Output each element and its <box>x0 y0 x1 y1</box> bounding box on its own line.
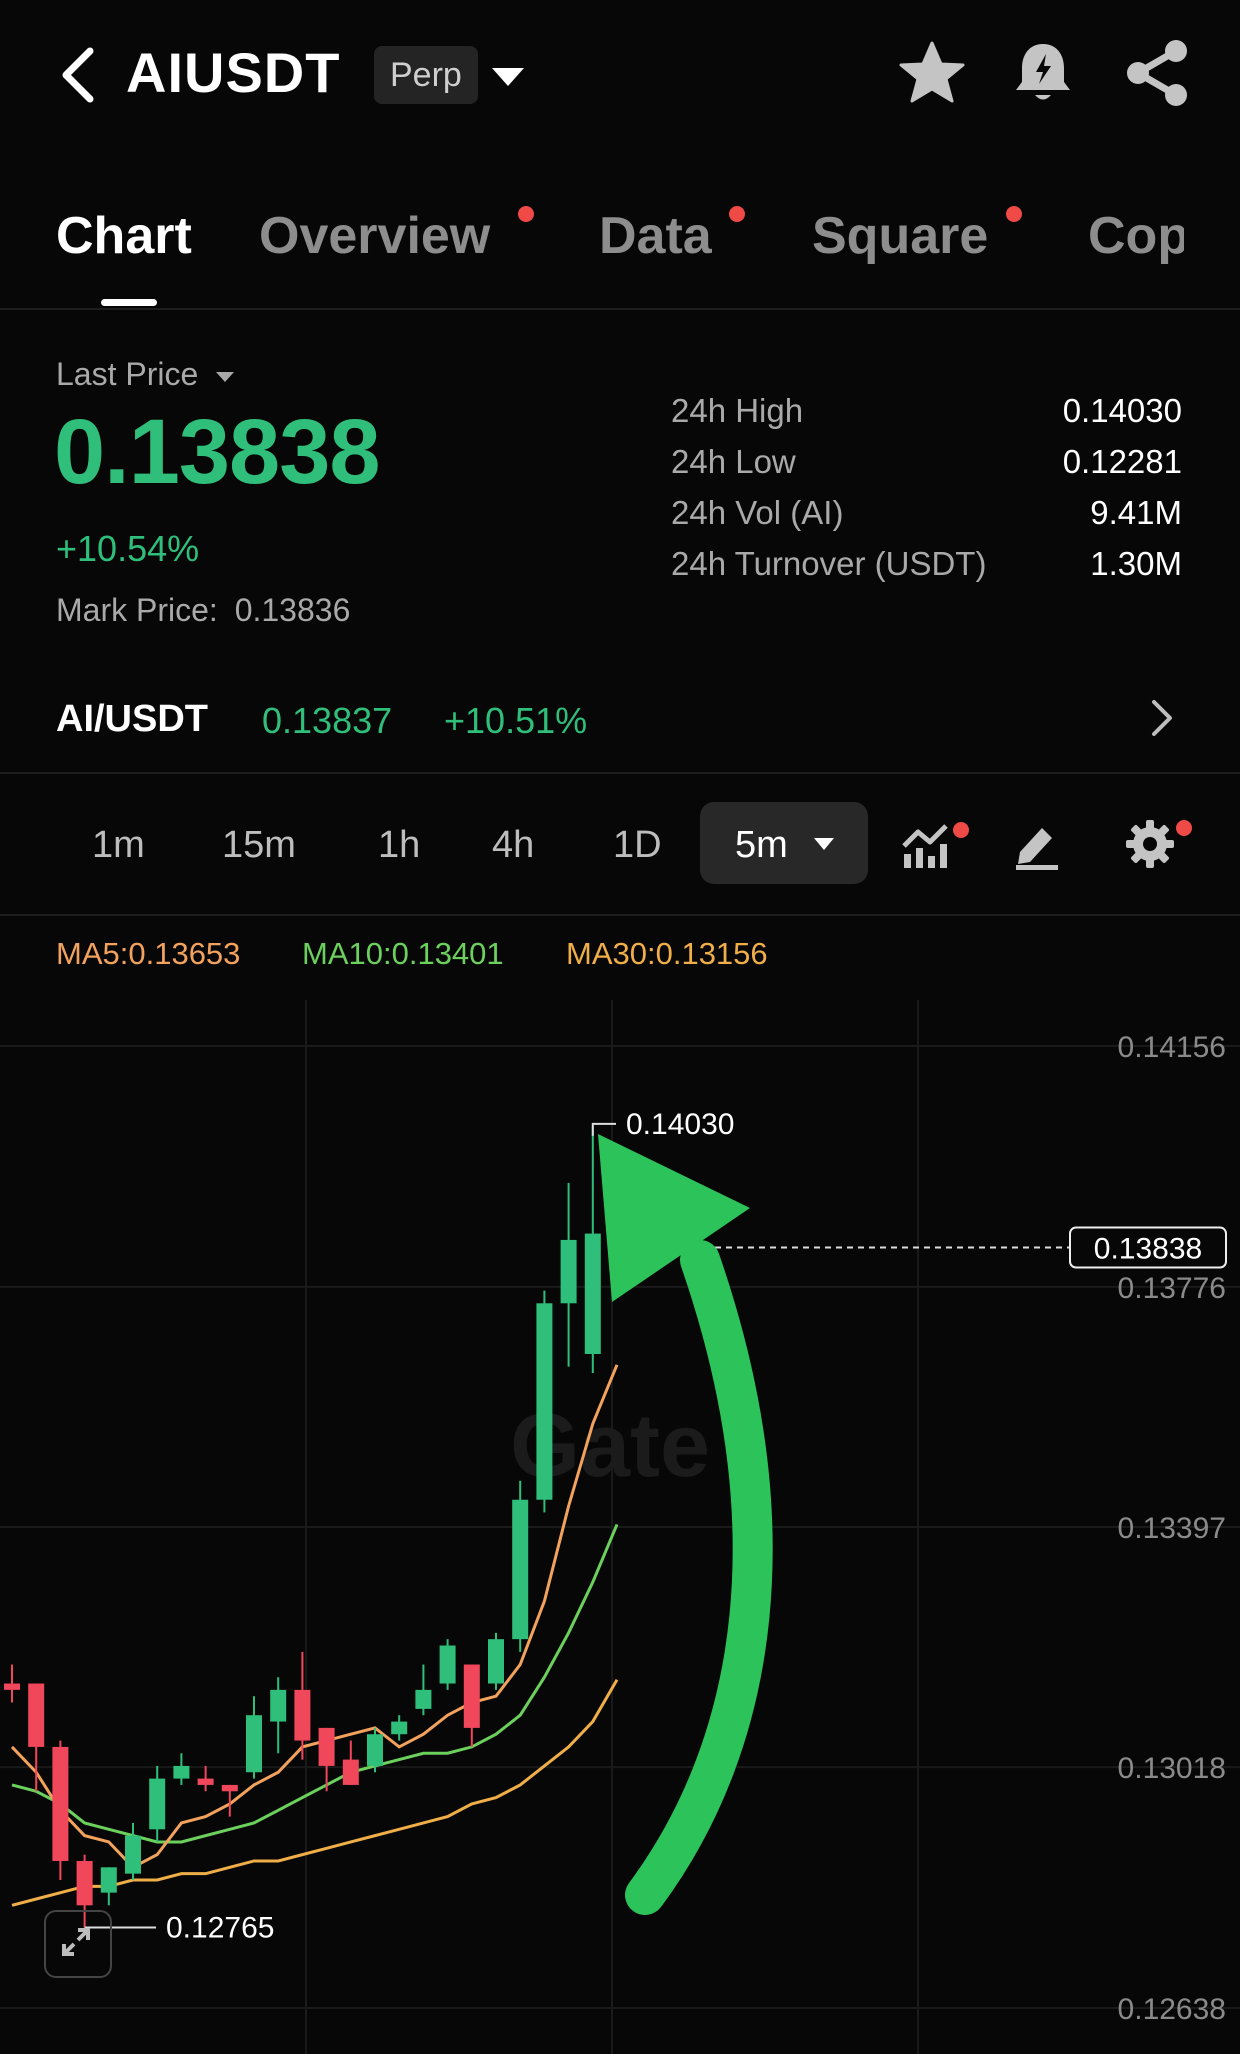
tab-data[interactable]: Data <box>599 206 712 266</box>
y-tick-label: 0.14156 <box>1118 1031 1226 1064</box>
timeframe-1m[interactable]: 1m <box>92 824 145 867</box>
candle-body <box>173 1765 190 1779</box>
divider <box>0 308 1240 310</box>
candle-body <box>584 1233 601 1354</box>
notification-dot <box>1176 820 1192 836</box>
ma30-value: MA30:0.13156 <box>566 936 768 971</box>
y-tick-label: 0.12638 <box>1118 1993 1226 2026</box>
expand-icon <box>62 1928 90 1956</box>
notification-dot <box>953 822 969 838</box>
chevron-down-icon[interactable] <box>488 62 528 92</box>
up-arrow-overlay <box>625 1240 773 1915</box>
stat-label: 24h Low <box>671 443 796 480</box>
timeframe-4h[interactable]: 4h <box>492 824 534 867</box>
low-price-label: 0.12765 <box>166 1912 274 1945</box>
candle-body <box>221 1784 238 1792</box>
candle-body <box>463 1664 480 1728</box>
x-tick-label: 10:45 <box>10 2050 85 2054</box>
draw-tool-icon[interactable] <box>1012 818 1062 870</box>
caret-down-icon <box>814 838 834 850</box>
candle-body <box>197 1778 214 1785</box>
candle-body <box>488 1639 504 1684</box>
spot-pair-change: +10.51% <box>444 700 588 741</box>
spot-pair-name: AI/USDT <box>56 698 208 740</box>
x-tick-label: 11:50 <box>262 2050 335 2054</box>
stat-value: 0.14030 <box>1062 392 1182 429</box>
candle-body <box>367 1734 383 1766</box>
last-price-value: 0.13838 <box>54 401 381 503</box>
indicators-icon[interactable] <box>900 818 960 870</box>
price-alert-bell-icon[interactable] <box>1008 38 1078 108</box>
back-arrow-icon[interactable] <box>56 45 100 105</box>
last-price-label: Last Price <box>56 356 199 392</box>
candle-body <box>4 1683 20 1690</box>
tab-chart[interactable]: Chart <box>56 206 192 266</box>
candle-body <box>391 1721 408 1735</box>
tab-copy[interactable]: Cop <box>1088 206 1184 266</box>
candle-body <box>246 1715 262 1773</box>
selected-timeframe: 5m <box>735 824 788 866</box>
timeframe-15m[interactable]: 15m <box>222 824 296 867</box>
mark-price: Mark Price: 0.13836 <box>56 592 350 629</box>
stat-label: 24h Vol (AI) <box>671 494 844 531</box>
settings-gear-icon[interactable] <box>1124 818 1176 870</box>
tab-overview[interactable]: Overview <box>259 206 490 266</box>
timeframe-1h[interactable]: 1h <box>378 824 420 867</box>
notification-dot <box>1006 206 1022 222</box>
candle-body <box>342 1759 359 1785</box>
y-axis-labels: 0.14156 0.13776 0.13397 0.13018 0.12638 <box>1118 1031 1226 2026</box>
stat-label: 24h High <box>671 392 804 429</box>
candle-body <box>512 1499 529 1640</box>
x-axis-labels: 10:45 11:50 <box>10 2050 335 2054</box>
last-price-tag: 0.13838 <box>1094 1233 1202 1266</box>
candle-body <box>415 1689 432 1709</box>
timeframe-1d[interactable]: 1D <box>613 824 662 867</box>
last-price-selector[interactable]: Last Price <box>56 356 235 393</box>
up-arrow-head <box>598 1134 750 1302</box>
divider <box>0 914 1240 916</box>
candle-body <box>270 1689 287 1722</box>
candle-body <box>100 1867 117 1893</box>
candle-body <box>318 1727 335 1766</box>
mark-price-value: 0.13836 <box>234 592 351 628</box>
divider <box>0 772 1240 774</box>
stat-value: 1.30M <box>1090 545 1182 582</box>
active-tab-indicator <box>101 299 157 306</box>
mark-price-label: Mark Price: <box>56 592 218 628</box>
stat-value: 0.12281 <box>1062 443 1182 480</box>
notification-dot <box>729 206 745 222</box>
y-tick-label: 0.13397 <box>1118 1512 1226 1545</box>
pair-title[interactable]: AIUSDT <box>126 40 340 105</box>
candle-body <box>294 1689 311 1741</box>
candle-body <box>52 1746 69 1861</box>
high-price-label: 0.14030 <box>626 1108 734 1141</box>
y-tick-label: 0.13018 <box>1118 1752 1226 1785</box>
star-icon[interactable] <box>897 38 967 108</box>
candlestick-chart[interactable]: Gate 0.141560.137760.133970.130180.12638… <box>0 1000 1240 2054</box>
candle-body <box>125 1835 141 1874</box>
spot-pair-price: 0.13837 <box>262 700 393 741</box>
share-icon[interactable] <box>1122 38 1192 108</box>
price-change-percent: +10.54% <box>56 528 200 569</box>
notification-dot <box>518 206 534 222</box>
header: AIUSDT Perp <box>0 0 1240 150</box>
expand-chart-button[interactable] <box>44 1910 112 1978</box>
candle-body <box>28 1683 45 1747</box>
stat-value: 9.41M <box>1090 494 1182 531</box>
y-tick-label: 0.13776 <box>1118 1272 1226 1305</box>
candle-body <box>149 1778 166 1830</box>
caret-down-icon <box>216 371 235 382</box>
perp-badge: Perp <box>374 46 478 104</box>
ma10-value: MA10:0.13401 <box>302 936 504 971</box>
chevron-right-icon[interactable] <box>1144 696 1178 740</box>
candle-body <box>76 1860 93 1906</box>
tab-square[interactable]: Square <box>812 206 988 266</box>
candle-body <box>439 1645 456 1684</box>
ma5-value: MA5:0.13653 <box>56 936 241 971</box>
candle-body <box>560 1239 577 1304</box>
stat-label: 24h Turnover (USDT) <box>671 545 987 582</box>
candle-body <box>536 1303 553 1500</box>
